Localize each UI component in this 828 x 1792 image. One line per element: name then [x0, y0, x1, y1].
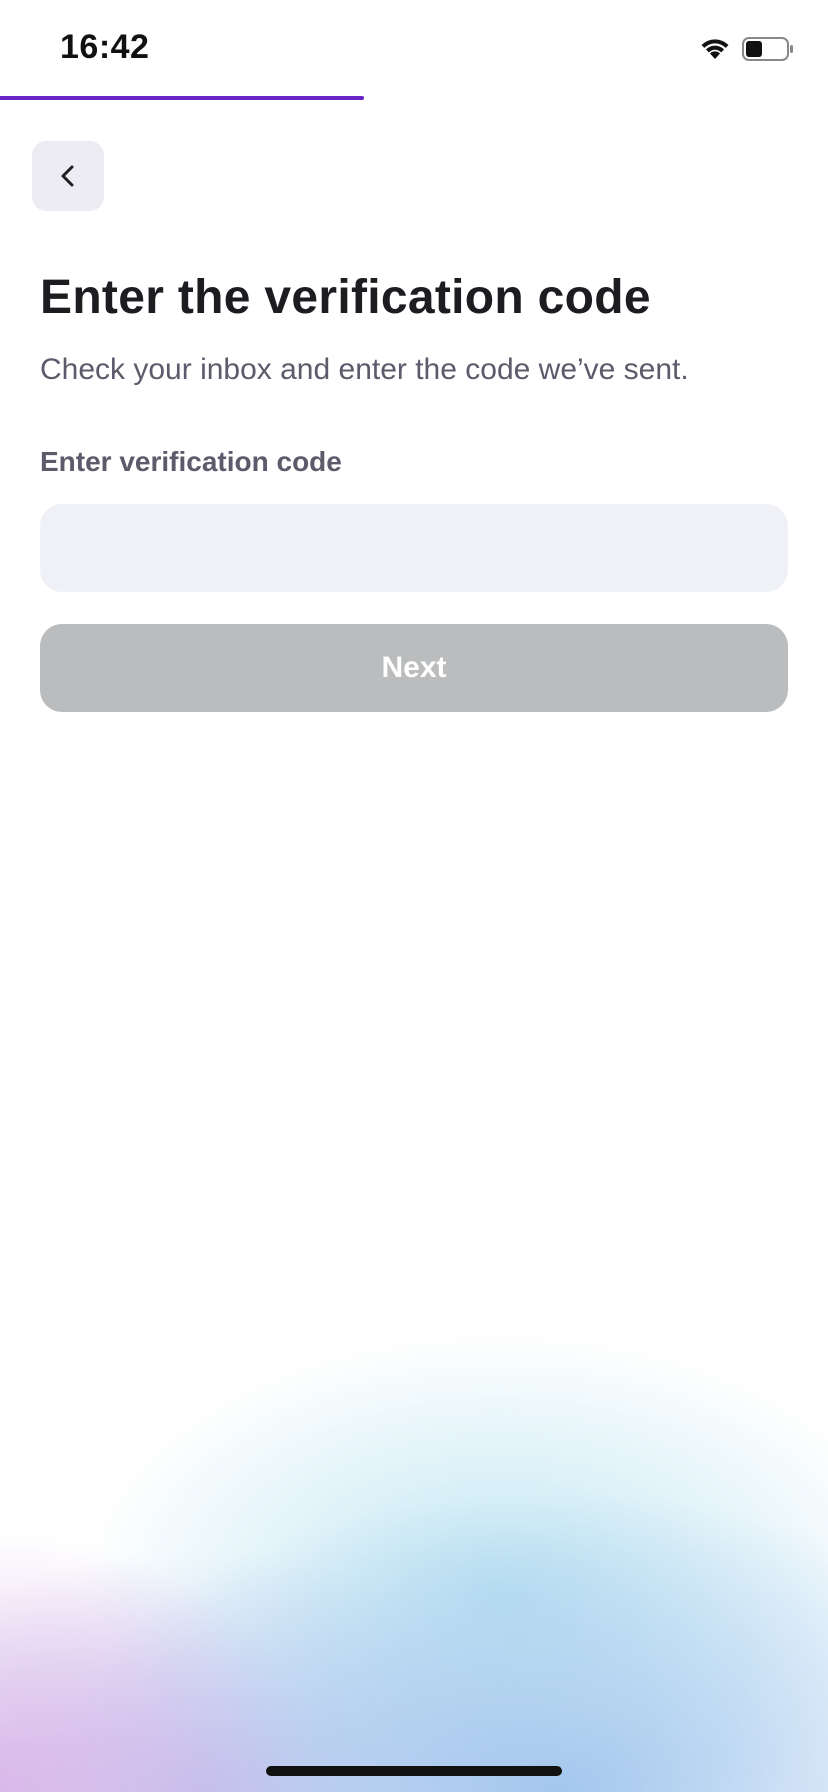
wifi-icon — [701, 39, 729, 59]
home-indicator — [266, 1766, 562, 1776]
status-bar: 16:42 — [0, 0, 828, 96]
background-gradient — [0, 1232, 828, 1792]
verification-code-label: Enter verification code — [40, 446, 342, 477]
chevron-left-icon — [61, 165, 74, 187]
progress-bar — [0, 96, 828, 100]
verification-code-input[interactable] — [40, 504, 788, 592]
status-time: 16:42 — [60, 28, 150, 66]
next-button[interactable]: Next — [40, 624, 788, 712]
page-subtitle: Check your inbox and enter the code we’v… — [40, 353, 689, 386]
page-title: Enter the verification code — [40, 271, 651, 324]
back-button[interactable] — [32, 141, 104, 211]
battery-icon — [742, 37, 793, 61]
progress-fill — [0, 96, 365, 100]
